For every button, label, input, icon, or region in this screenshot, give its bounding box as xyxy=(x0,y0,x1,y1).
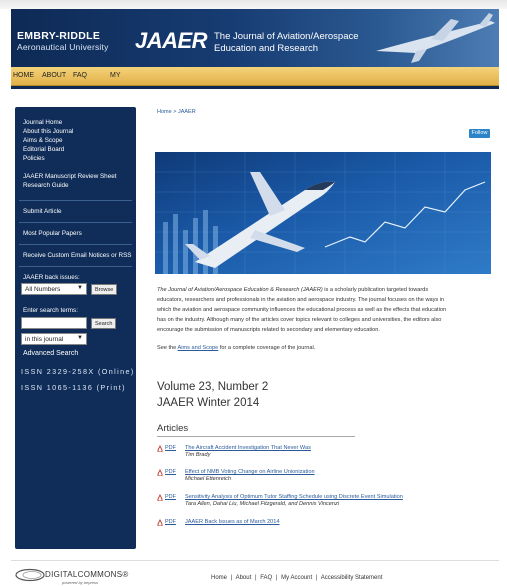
chevron-down-icon: ▼ xyxy=(77,335,83,341)
sidebar-divider xyxy=(19,200,132,201)
pdf-icon[interactable] xyxy=(157,445,163,452)
browser-top-shade xyxy=(0,0,507,9)
sidebar-divider xyxy=(19,244,132,245)
sidebar-divider xyxy=(19,266,132,267)
footer-links: Home | About | FAQ | My Account | Access… xyxy=(211,575,384,581)
article-title-link[interactable]: Sensitivity Analysis of Optimum Tutor St… xyxy=(185,494,403,500)
description-line1: is a scholarly publication targeted towa… xyxy=(322,287,429,293)
sidebar-divider xyxy=(19,222,132,223)
nav-about[interactable]: ABOUT xyxy=(42,72,66,79)
journal-description: The Journal of Aviation/Aerospace Educat… xyxy=(157,285,493,335)
article-authors: Michael Ettenreich xyxy=(185,476,232,482)
footer-link-my-account[interactable]: My Account xyxy=(281,575,312,581)
digital-commons-sub: powered by bepress xyxy=(62,580,99,585)
description-line3: which the aviation and aerospace communi… xyxy=(157,307,447,313)
issue-title: JAAER Winter 2014 xyxy=(157,397,260,409)
back-issues-select[interactable]: All Numbers ▼ xyxy=(21,283,87,295)
browse-button[interactable]: Browse xyxy=(91,284,118,295)
pdf-link[interactable]: PDF xyxy=(165,445,176,451)
top-nav-bar: HOME ABOUT FAQ MY xyxy=(11,67,499,86)
issn-online: ISSN 2329-258X (Online) xyxy=(21,367,135,376)
back-issues-select-value: All Numbers xyxy=(25,286,61,293)
description-line5: encourage the submission of manuscripts … xyxy=(157,327,380,333)
digital-commons-logo-icon[interactable] xyxy=(15,568,45,582)
sidebar-item-policies[interactable]: Policies xyxy=(23,155,45,162)
footer-separator: | xyxy=(230,575,233,581)
nav-faq[interactable]: FAQ xyxy=(73,72,87,79)
site-banner: EMBRY-RIDDLE Aeronautical University JAA… xyxy=(11,9,499,67)
digital-commons-brand[interactable]: DIGITALCOMMONS® xyxy=(45,570,129,579)
aims-scope-link[interactable]: Aims and Scope xyxy=(178,345,219,351)
sidebar-item-editorial-board[interactable]: Editorial Board xyxy=(23,146,64,153)
sidebar-item-about[interactable]: About this Journal xyxy=(23,128,73,135)
sidebar: Journal Home About this Journal Aims & S… xyxy=(15,107,136,549)
sidebar-item-journal-home[interactable]: Journal Home xyxy=(23,119,62,126)
footer-divider xyxy=(11,560,499,561)
chevron-down-icon: ▼ xyxy=(77,285,83,291)
follow-button[interactable]: Follow xyxy=(469,129,490,138)
sidebar-item-notices[interactable]: Receive Custom Email Notices or RSS xyxy=(23,252,131,259)
pdf-link[interactable]: PDF xyxy=(165,519,176,525)
footer-separator: | xyxy=(275,575,278,581)
journal-logo[interactable]: JAAER xyxy=(135,28,208,54)
hero-image xyxy=(155,152,491,274)
footer-link-home[interactable]: Home xyxy=(211,575,227,581)
sidebar-item-aims-scope[interactable]: Aims & Scope xyxy=(23,137,63,144)
see-prefix: See the xyxy=(157,345,178,351)
article-authors: Tim Brady xyxy=(185,452,211,458)
volume-heading: Volume 23, Number 2 xyxy=(157,381,269,393)
description-line2: educators, researchers and professionals… xyxy=(157,297,445,303)
sidebar-item-review-sheet[interactable]: JAAER Manuscript Review Sheet xyxy=(23,173,116,180)
nav-home[interactable]: HOME xyxy=(13,72,34,79)
journal-title-line2: Education and Research xyxy=(214,43,319,54)
aims-scope-sentence: See the Aims and Scope for a complete co… xyxy=(157,345,315,351)
footer-separator: | xyxy=(254,575,257,581)
see-suffix: for a complete coverage of the journal. xyxy=(218,345,316,351)
banner-airplane-icon xyxy=(376,13,495,63)
articles-heading: Articles xyxy=(157,423,189,434)
footer-link-faq[interactable]: FAQ xyxy=(260,575,272,581)
sidebar-item-research-guide[interactable]: Research Guide xyxy=(23,182,69,189)
journal-title-line1: The Journal of Aviation/Aerospace xyxy=(214,31,359,42)
search-scope-select[interactable]: in this journal ▼ xyxy=(21,333,87,345)
search-scope-value: in this journal xyxy=(25,336,64,343)
article-title-link[interactable]: The Aircraft Accident Investigation That… xyxy=(185,445,311,451)
nav-my[interactable]: MY xyxy=(110,72,121,79)
pdf-link[interactable]: PDF xyxy=(165,494,176,500)
airplane-chart-illustration xyxy=(155,152,491,274)
university-name[interactable]: EMBRY-RIDDLE xyxy=(17,30,100,42)
article-title-link[interactable]: JAAER Back Issues as of March 2014 xyxy=(185,519,280,525)
pdf-link[interactable]: PDF xyxy=(165,469,176,475)
search-input[interactable] xyxy=(21,317,87,329)
articles-divider xyxy=(157,436,355,437)
pdf-icon[interactable] xyxy=(157,519,163,526)
search-button[interactable]: Search xyxy=(91,318,117,329)
issn-print: ISSN 1065-1136 (Print) xyxy=(21,383,126,392)
back-issues-label: JAAER back issues: xyxy=(23,274,80,281)
sidebar-item-popular[interactable]: Most Popular Papers xyxy=(23,230,82,237)
description-line4: has on the industry. Although many of th… xyxy=(157,317,442,323)
footer-separator: | xyxy=(315,575,318,581)
nav-bottom-rule xyxy=(11,86,499,89)
article-authors: Tara Allen, Dahai Liu, Michael Fitzgeral… xyxy=(185,501,340,507)
breadcrumb[interactable]: Home > JAAER xyxy=(157,109,196,115)
footer-link-accessibility[interactable]: Accessibility Statement xyxy=(321,575,383,581)
article-title-link[interactable]: Effect of NMB Voting Change on Airline U… xyxy=(185,469,315,475)
sidebar-item-submit[interactable]: Submit Article xyxy=(23,208,62,215)
advanced-search-link[interactable]: Advanced Search xyxy=(23,350,78,357)
pdf-icon[interactable] xyxy=(157,494,163,501)
university-subtitle: Aeronautical University xyxy=(17,42,109,52)
footer-link-about[interactable]: About xyxy=(236,575,252,581)
pdf-icon[interactable] xyxy=(157,469,163,476)
journal-name-italic: The Journal of Aviation/Aerospace Educat… xyxy=(157,287,323,293)
search-label: Enter search terms: xyxy=(23,307,78,314)
